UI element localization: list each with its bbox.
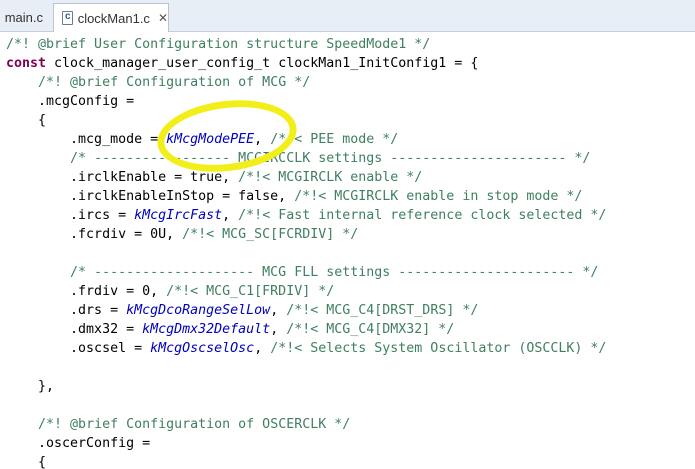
code-comment: /*! @brief Configuration of OSCERCLK */ <box>38 417 351 432</box>
code-token: , <box>270 303 287 318</box>
code-line: { <box>6 453 606 469</box>
code-comment: /*! @brief User Configuration structure … <box>6 37 431 52</box>
code-comment: /*! @brief Configuration of MCG */ <box>38 75 311 90</box>
code-comment: /*!< MCG_SC[FCRDIV] */ <box>182 227 359 242</box>
tab-clockman1-c[interactable]: c clockMan1.c ✕ <box>53 3 169 32</box>
code-keyword: const <box>6 56 47 71</box>
code-line: { <box>6 111 606 130</box>
code-line: /*! @brief User Configuration structure … <box>6 35 606 54</box>
tab-main-c[interactable]: main.c <box>0 3 49 32</box>
code-token: { <box>6 113 47 128</box>
c-file-icon: c <box>62 11 73 25</box>
code-line: /* -------------------- MCG FLL settings… <box>6 263 606 282</box>
code-line: .frdiv = 0, /*!< MCG_C1[FRDIV] */ <box>6 282 606 301</box>
code-token: .mcgConfig = <box>6 94 135 109</box>
code-comment: /*!< MCG_C1[FRDIV] */ <box>166 284 335 299</box>
code-token: { <box>6 455 47 469</box>
code-enum-constant: kMcgModePEE <box>166 132 255 147</box>
code-comment: /*!< PEE mode */ <box>270 132 399 147</box>
code-line: }, <box>6 377 606 396</box>
code-line: .mcg_mode = kMcgModePEE, /*!< PEE mode *… <box>6 130 606 149</box>
code-token: .fcrdiv = 0U, <box>6 227 183 242</box>
code-token: clock_manager_user_config_t clockMan1_In… <box>46 56 479 71</box>
code-token: .oscerConfig = <box>6 436 151 451</box>
code-token: .ircs = <box>6 208 135 223</box>
code-comment: /*!< MCGIRCLK enable in stop mode */ <box>294 189 583 204</box>
code-line: .mcgConfig = <box>6 92 606 111</box>
file-icon-letter: c <box>65 11 71 22</box>
code-line: .dmx32 = kMcgDmx32Default, /*!< MCG_C4[D… <box>6 320 606 339</box>
code-line: .oscerConfig = <box>6 434 606 453</box>
code-token: .irclkEnableInStop = false, <box>6 189 295 204</box>
code-line: .irclkEnable = true, /*!< MCGIRCLK enabl… <box>6 168 606 187</box>
code-line: .oscsel = kMcgOscselOsc, /*!< Selects Sy… <box>6 339 606 358</box>
code-comment: /*!< Selects System Oscillator (OSCCLK) … <box>270 341 607 356</box>
code-line: /*! @brief Configuration of OSCERCLK */ <box>6 415 606 434</box>
tab-label: clockMan1.c <box>77 10 150 26</box>
code-line: .fcrdiv = 0U, /*!< MCG_SC[FCRDIV] */ <box>6 225 606 244</box>
code-comment: /* ----------------- MCGIRCCLK settings … <box>70 151 591 166</box>
code-comment: /*!< MCG_C4[DMX32] */ <box>286 322 455 337</box>
code-token: .oscsel = <box>6 341 151 356</box>
code-token: , <box>270 322 287 337</box>
code-line: const clock_manager_user_config_t clockM… <box>6 54 606 73</box>
editor-tab-bar: main.c c clockMan1.c ✕ <box>0 0 695 32</box>
code-token: , <box>254 341 271 356</box>
code-text: /*! @brief User Configuration structure … <box>6 35 606 469</box>
code-token: .dmx32 = <box>6 322 143 337</box>
code-token: }, <box>6 379 55 394</box>
code-token: .mcg_mode = <box>6 132 167 147</box>
code-enum-constant: kMcgIrcFast <box>134 208 223 223</box>
code-line: .drs = kMcgDcoRangeSelLow, /*!< MCG_C4[D… <box>6 301 606 320</box>
code-comment: /* -------------------- MCG FLL settings… <box>70 265 599 280</box>
close-icon[interactable]: ✕ <box>158 11 168 25</box>
code-token: , <box>222 208 239 223</box>
code-enum-constant: kMcgDcoRangeSelLow <box>126 303 271 318</box>
code-line: /*! @brief Configuration of MCG */ <box>6 73 606 92</box>
code-enum-constant: kMcgOscselOsc <box>150 341 255 356</box>
code-line: .irclkEnableInStop = false, /*!< MCGIRCL… <box>6 187 606 206</box>
code-token: .frdiv = 0, <box>6 284 167 299</box>
code-line: /* ----------------- MCGIRCCLK settings … <box>6 149 606 168</box>
code-token: .drs = <box>6 303 127 318</box>
code-comment: /*!< Fast internal reference clock selec… <box>238 208 607 223</box>
code-line: .ircs = kMcgIrcFast, /*!< Fast internal … <box>6 206 606 225</box>
code-token: , <box>254 132 271 147</box>
code-comment: /*!< MCGIRCLK enable */ <box>238 170 423 185</box>
code-comment: /*!< MCG_C4[DRST_DRS] */ <box>286 303 479 318</box>
code-token: .irclkEnable = true, <box>6 170 239 185</box>
tab-label: main.c <box>4 10 43 25</box>
code-enum-constant: kMcgDmx32Default <box>142 322 271 337</box>
code-editor[interactable]: /*! @brief User Configuration structure … <box>0 32 695 469</box>
